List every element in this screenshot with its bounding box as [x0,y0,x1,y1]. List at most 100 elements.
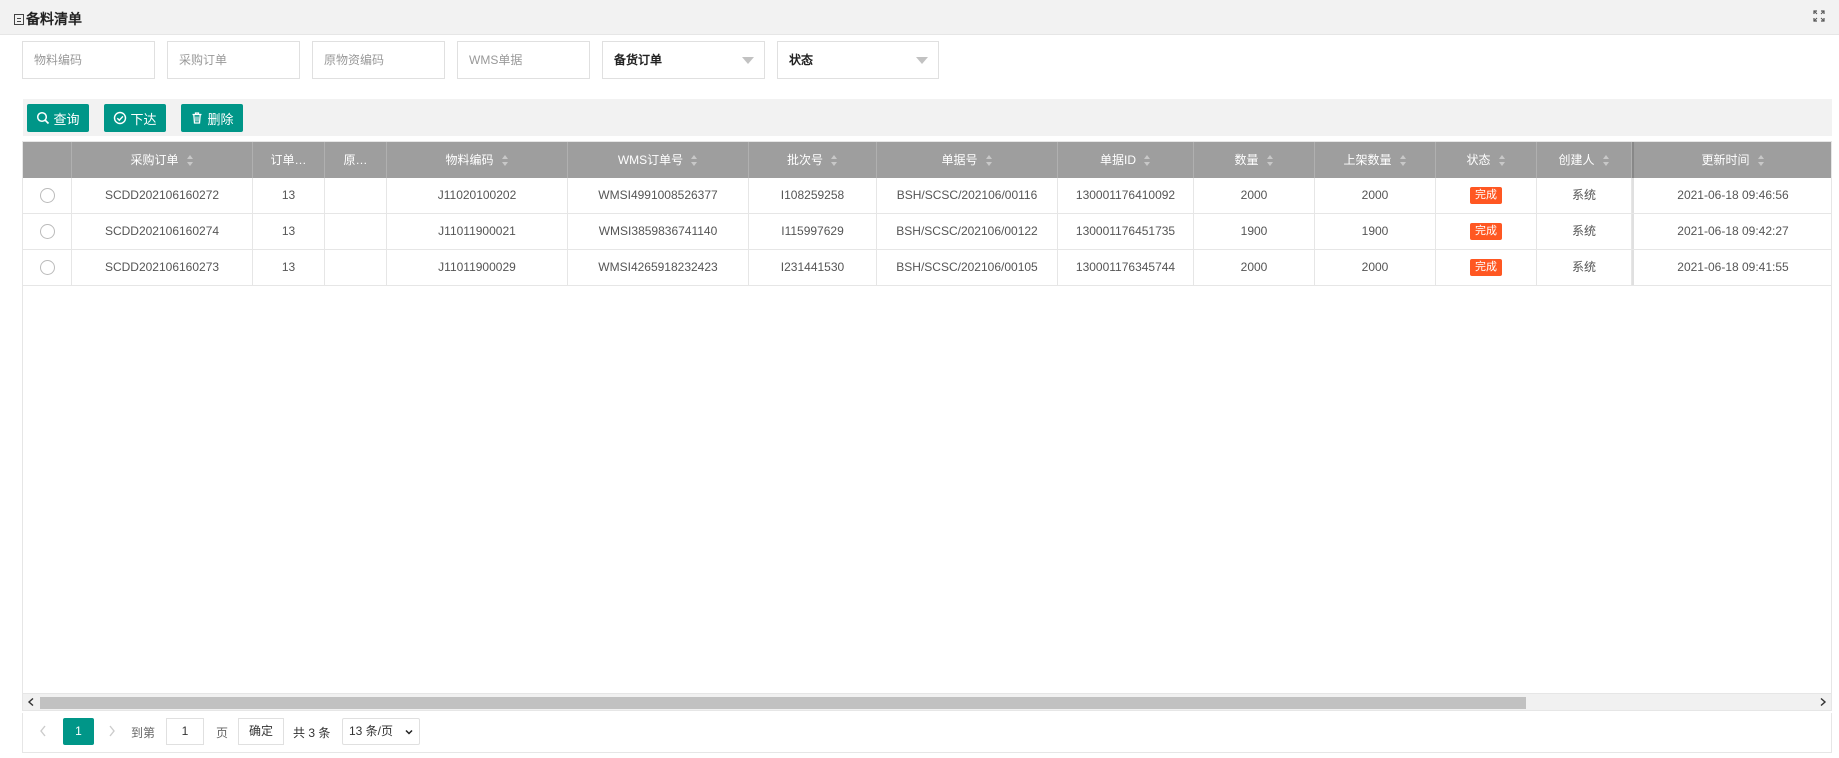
radio-button[interactable] [39,224,55,240]
header-raw-col[interactable]: 原… [325,142,387,178]
cell-shelved-qty: 2000 [1315,178,1436,213]
check-circle-icon [114,111,127,125]
fullscreen-icon[interactable] [1813,10,1825,22]
sort-icon[interactable] [1144,155,1151,167]
cell-batch-no: I231441530 [749,250,877,285]
horizontal-scrollbar[interactable] [23,693,1831,710]
header-batch-no[interactable]: 批次号 [749,142,877,178]
header-purchase-order[interactable]: 采购订单 [72,142,253,178]
purchase-order-input[interactable]: 采购订单 [167,41,300,79]
header-shelved-qty[interactable]: 上架数量 [1315,142,1436,178]
panel-title-text: 备料清单 [26,11,82,27]
cell-creator: 系统 [1537,250,1632,285]
cell-batch-no: I115997629 [749,214,877,249]
cell-wms-order: WMSI4991008526377 [568,178,749,213]
goto-label: 到第 [131,726,156,740]
header-label: WMS订单号 [617,153,684,167]
cell-wms-order: WMSI4265918232423 [568,250,749,285]
chevron-down-icon [405,729,413,735]
cell-shelved-qty: 2000 [1315,250,1436,285]
issue-button[interactable]: 下达 [104,104,166,132]
status-badge: 完成 [1470,223,1502,241]
sort-icon[interactable] [985,155,993,167]
table-row[interactable]: SCDD202106160274 13 J11011900021 WMSI385… [23,214,1831,250]
header-label: 更新时间 [1701,153,1750,167]
sort-icon[interactable] [1602,155,1610,167]
page-size-select[interactable]: 13 条/页 [342,718,420,745]
page-size-value: 13 条/页 [349,724,394,738]
header-creator[interactable]: 创建人 [1537,142,1632,178]
sort-icon[interactable] [1757,155,1765,167]
sort-icon[interactable] [1498,155,1506,167]
next-page-icon[interactable] [107,724,117,738]
page-label: 页 [216,726,229,740]
header-wms-order[interactable]: WMS订单号 [568,142,749,178]
cell-shelved-qty: 1900 [1315,214,1436,249]
scroll-left-icon[interactable] [27,698,35,706]
row-select[interactable] [23,214,72,249]
status-select[interactable]: 状态 [777,41,939,79]
wms-doc-input[interactable]: WMS单据 [457,41,590,79]
sort-icon[interactable] [501,155,509,167]
issue-label: 下达 [130,111,157,127]
cell-doc-no: BSH/SCSC/202106/00116 [877,178,1058,213]
cell-doc-id: 130001176410092 [1058,178,1194,213]
query-button[interactable]: 查询 [27,104,89,132]
cell-material-code: J11011900029 [387,250,568,285]
cell-raw-col [325,178,387,213]
header-material-code[interactable]: 物料编码 [387,142,568,178]
sort-icon[interactable] [1399,155,1407,167]
header-updated-time[interactable]: 更新时间 [1632,142,1831,178]
header-label: 单据号 [941,153,978,167]
table-row[interactable]: SCDD202106160272 13 J11020100202 WMSI499… [23,178,1831,214]
cell-purchase-order: SCDD202106160272 [72,178,253,213]
trash-icon [192,112,202,124]
order-type-select[interactable]: 备货订单 [602,41,765,79]
header-label: 状态 [1466,153,1491,167]
stock-prep-panel: 备料清单 物料编码 采购订单 原物资编码 WMS单据 备货订单 状态 查询 下达… [0,0,1839,758]
status-badge: 完成 [1470,187,1502,205]
row-select[interactable] [23,178,72,213]
header-doc-id[interactable]: 单据ID [1058,142,1194,178]
header-label: 物料编码 [445,153,494,167]
toolbar: 查询 下达 删除 [23,99,1832,136]
header-status[interactable]: 状态 [1436,142,1537,178]
header-label: 采购订单 [130,153,179,167]
sort-icon[interactable] [691,155,698,167]
cell-raw-col [325,214,387,249]
material-code-input[interactable]: 物料编码 [22,41,155,79]
cell-order-col: 13 [253,250,325,285]
row-select[interactable] [23,250,72,285]
header-order-col[interactable]: 订单… [253,142,325,178]
delete-label: 删除 [207,111,234,127]
goto-page-input[interactable]: 1 [166,718,204,745]
cell-order-col: 13 [253,178,325,213]
radio-button[interactable] [39,260,55,276]
header-quantity[interactable]: 数量 [1194,142,1315,178]
radio-button[interactable] [39,188,55,204]
scrollbar-thumb[interactable] [40,697,1526,709]
confirm-button[interactable]: 确定 [238,718,284,745]
table-row[interactable]: SCDD202106160273 13 J11011900029 WMSI426… [23,250,1831,286]
header-doc-no[interactable]: 单据号 [877,142,1058,178]
current-page[interactable]: 1 [63,718,94,745]
sort-icon[interactable] [1266,155,1274,167]
cell-doc-id: 130001176345744 [1058,250,1194,285]
prev-page-icon[interactable] [38,724,48,738]
cell-order-col: 13 [253,214,325,249]
raw-material-code-input[interactable]: 原物资编码 [312,41,445,79]
cell-updated-time: 2021-06-18 09:46:56 [1632,178,1831,213]
table-header: 采购订单 订单… 原… 物料编码 WMS订单号 批次号 单据号 单据ID 数量 … [23,142,1831,178]
delete-button[interactable]: 删除 [181,104,243,132]
cell-updated-time: 2021-06-18 09:41:55 [1632,250,1831,285]
status-badge: 完成 [1470,259,1502,277]
cell-raw-col [325,250,387,285]
cell-doc-id: 130001176451735 [1058,214,1194,249]
scroll-right-icon[interactable] [1819,698,1827,706]
header-label: 数量 [1234,153,1259,167]
cell-material-code: J11011900021 [387,214,568,249]
query-label: 查询 [53,111,80,127]
sort-icon[interactable] [831,155,838,167]
sort-icon[interactable] [186,155,194,167]
header-label: 创建人 [1558,153,1595,167]
